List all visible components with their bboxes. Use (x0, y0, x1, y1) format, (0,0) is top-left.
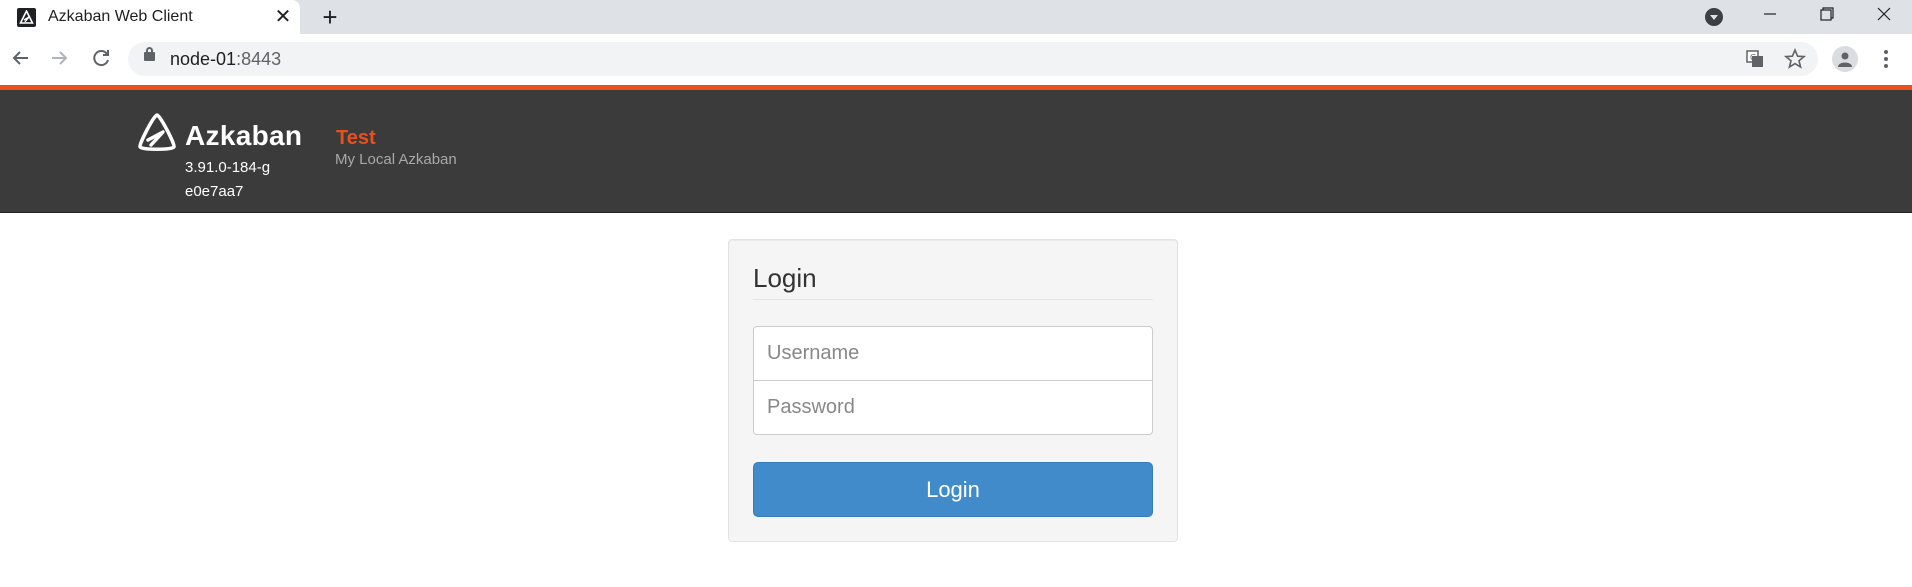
url-port: :8443 (236, 49, 282, 69)
lock-icon[interactable] (144, 47, 155, 61)
environment-name: Test (336, 127, 376, 149)
star-icon[interactable] (1783, 47, 1807, 70)
forward-arrow-icon[interactable] (44, 43, 74, 73)
new-tab-icon[interactable]: + (316, 3, 344, 31)
username-field[interactable] (753, 326, 1153, 381)
address-bar[interactable]: node-01:8443 G (128, 42, 1818, 76)
reload-icon[interactable] (86, 43, 116, 73)
login-panel: Login Login (728, 239, 1178, 542)
browser-toolbar: node-01:8443 G (0, 34, 1912, 85)
restore-icon[interactable] (1798, 0, 1854, 30)
login-title: Login (753, 263, 817, 293)
browser-tabstrip: Azkaban Web Client ✕ + (0, 0, 1912, 34)
tab-close-icon[interactable]: ✕ (272, 6, 294, 28)
login-divider (753, 299, 1153, 300)
brand-name[interactable]: Azkaban (185, 120, 302, 152)
close-window-icon[interactable] (1856, 0, 1912, 30)
kebab-menu-icon[interactable] (1878, 46, 1894, 72)
profile-icon[interactable] (1832, 46, 1858, 72)
azkaban-favicon-icon (17, 8, 36, 27)
minimize-icon[interactable] (1742, 0, 1798, 30)
azkaban-logo-icon[interactable] (136, 112, 178, 154)
page-content: Azkaban 3.91.0-184-ge0e7aa7 Test My Loca… (0, 85, 1912, 587)
url-text[interactable]: node-01:8443 (170, 49, 281, 70)
version-label: 3.91.0-184-ge0e7aa7 (185, 159, 271, 200)
browser-tab[interactable]: Azkaban Web Client ✕ (0, 0, 300, 34)
tab-title: Azkaban Web Client (48, 8, 193, 25)
back-arrow-icon[interactable] (6, 43, 36, 73)
environment-description: My Local Azkaban (335, 151, 457, 168)
translate-icon[interactable]: G (1744, 48, 1766, 70)
tab-search-icon[interactable] (1705, 8, 1723, 26)
login-button[interactable]: Login (753, 462, 1153, 517)
url-host: node-01 (170, 49, 237, 69)
azkaban-navbar: Azkaban 3.91.0-184-ge0e7aa7 Test My Loca… (0, 90, 1912, 213)
svg-text:G: G (1750, 53, 1756, 62)
password-field[interactable] (753, 380, 1153, 435)
